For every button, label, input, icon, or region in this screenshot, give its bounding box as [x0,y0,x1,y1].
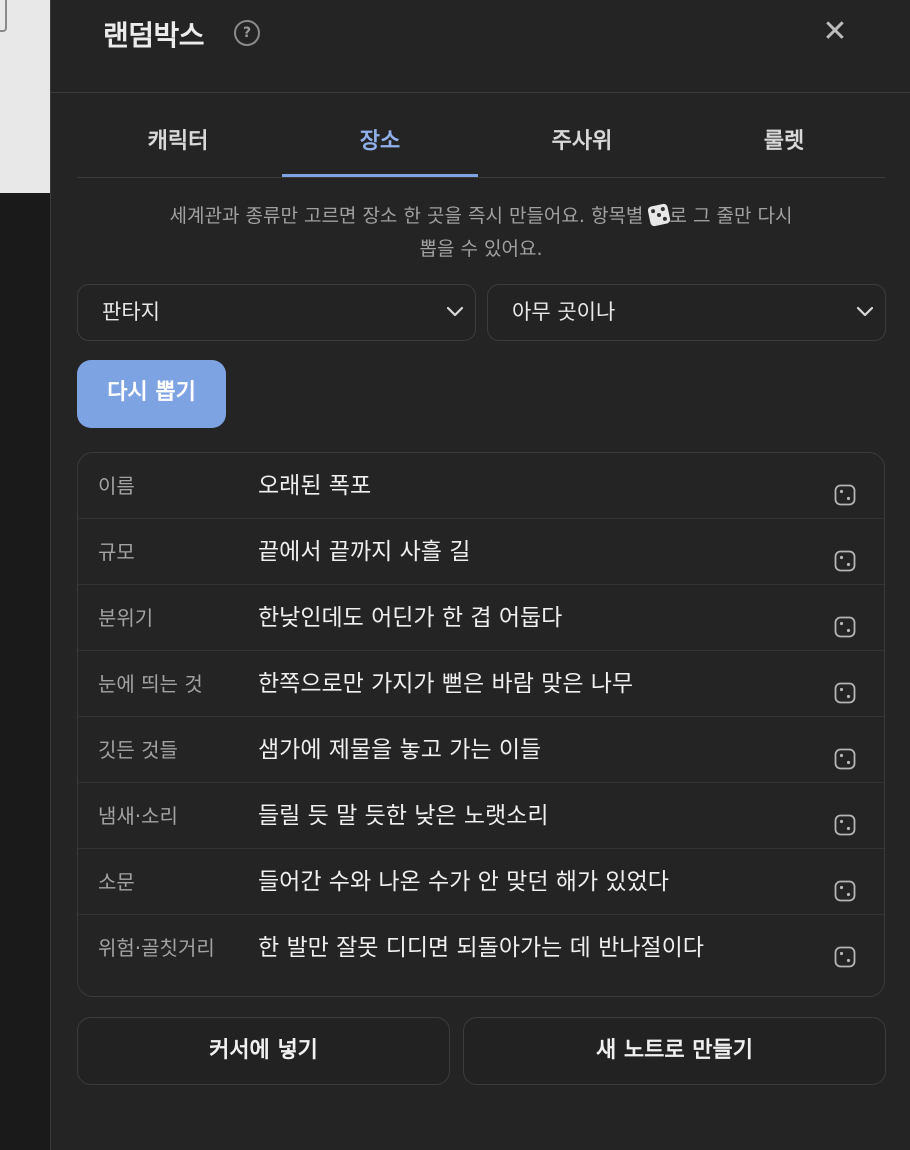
tab-place[interactable]: 장소 [279,108,481,177]
tab-bar: 캐릭터 장소 주사위 룰렛 [77,108,885,178]
world-select-value: 판타지 [102,300,160,324]
description: 세계관과 종류만 고르면 장소 한 곳을 즉시 만들어요. 항목별 로 그 줄만… [77,200,885,266]
result-row-rumor: 소문 들어간 수와 나온 수가 안 맞던 해가 있었다 [78,849,884,915]
row-label: 위험·골칫거리 [98,936,215,960]
result-row-inhabitants: 깃든 것들 샘가에 제물을 놓고 가는 이들 [78,717,884,783]
row-value: 끝에서 끝까지 사흘 길 [258,539,471,565]
description-text-start: 세계관과 종류만 고르면 장소 한 곳을 즉시 만들어요. 항목별 [169,205,650,227]
redraw-button[interactable]: 다시 뽑기 [77,360,226,428]
chevron-down-icon [856,306,874,317]
random-box-modal: 랜덤박스 ? ✕ 캐릭터 장소 주사위 룰렛 세계관과 종류만 고르면 장소 한… [50,0,910,1150]
row-label: 소문 [98,870,135,894]
row-value: 들어간 수와 나온 수가 안 맞던 해가 있었다 [258,869,669,895]
description-line-2: 뽑을 수 있어요. [419,238,543,260]
result-row-name: 이름 오래된 폭포 [78,453,884,519]
tab-dice[interactable]: 주사위 [481,108,683,177]
background-editor-pane [0,0,50,193]
reroll-dice-icon[interactable] [834,550,856,572]
row-label: 눈에 띄는 것 [98,672,203,696]
chevron-down-icon [446,306,464,317]
row-label: 분위기 [98,606,154,630]
reroll-dice-icon[interactable] [834,616,856,638]
row-label: 깃든 것들 [98,738,178,762]
kind-select-value: 아무 곳이나 [512,300,616,324]
background-fragment [0,0,7,32]
row-value: 오래된 폭포 [258,473,372,499]
result-row-danger: 위험·골칫거리 한 발만 잘못 디디면 되돌아가는 데 반나절이다 [78,915,884,981]
tab-roulette[interactable]: 룰렛 [683,108,885,177]
reroll-dice-icon[interactable] [834,946,856,968]
create-new-note-button[interactable]: 새 노트로 만들기 [463,1017,886,1085]
row-value: 한낮인데도 어딘가 한 겹 어둡다 [258,605,563,631]
reroll-dice-icon[interactable] [834,880,856,902]
kind-select[interactable]: 아무 곳이나 [487,284,886,341]
insert-at-cursor-button[interactable]: 커서에 넣기 [77,1017,450,1085]
modal-title: 랜덤박스 [103,19,205,52]
world-select[interactable]: 판타지 [77,284,476,341]
tab-character[interactable]: 캐릭터 [77,108,279,177]
result-row-mood: 분위기 한낮인데도 어딘가 한 겹 어둡다 [78,585,884,651]
result-row-landmark: 눈에 띄는 것 한쪽으로만 가지가 뻗은 바람 맞은 나무 [78,651,884,717]
close-icon[interactable]: ✕ [821,14,849,50]
row-label: 이름 [98,474,135,498]
row-value: 샘가에 제물을 놓고 가는 이들 [258,737,542,763]
reroll-dice-icon[interactable] [834,748,856,770]
row-value: 한쪽으로만 가지가 뻗은 바람 맞은 나무 [258,671,634,697]
description-text-end: 로 그 줄만 다시 [669,205,793,227]
reroll-dice-icon[interactable] [834,484,856,506]
row-label: 냄새·소리 [98,804,178,828]
reroll-dice-icon[interactable] [834,682,856,704]
modal-header: 랜덤박스 ? ✕ [51,0,910,93]
row-label: 규모 [98,540,135,564]
dice-icon [647,203,672,227]
result-card: 이름 오래된 폭포 규모 끝에서 끝까지 사흘 길 분위기 한낮인데도 어딘가 … [77,452,885,997]
result-row-scale: 규모 끝에서 끝까지 사흘 길 [78,519,884,585]
reroll-dice-icon[interactable] [834,814,856,836]
result-row-smell-sound: 냄새·소리 들릴 듯 말 듯한 낮은 노랫소리 [78,783,884,849]
background-sidebar-pane [0,193,50,1150]
row-value: 들릴 듯 말 듯한 낮은 노랫소리 [258,803,549,829]
help-icon[interactable]: ? [234,20,260,46]
row-value: 한 발만 잘못 디디면 되돌아가는 데 반나절이다 [258,935,704,961]
